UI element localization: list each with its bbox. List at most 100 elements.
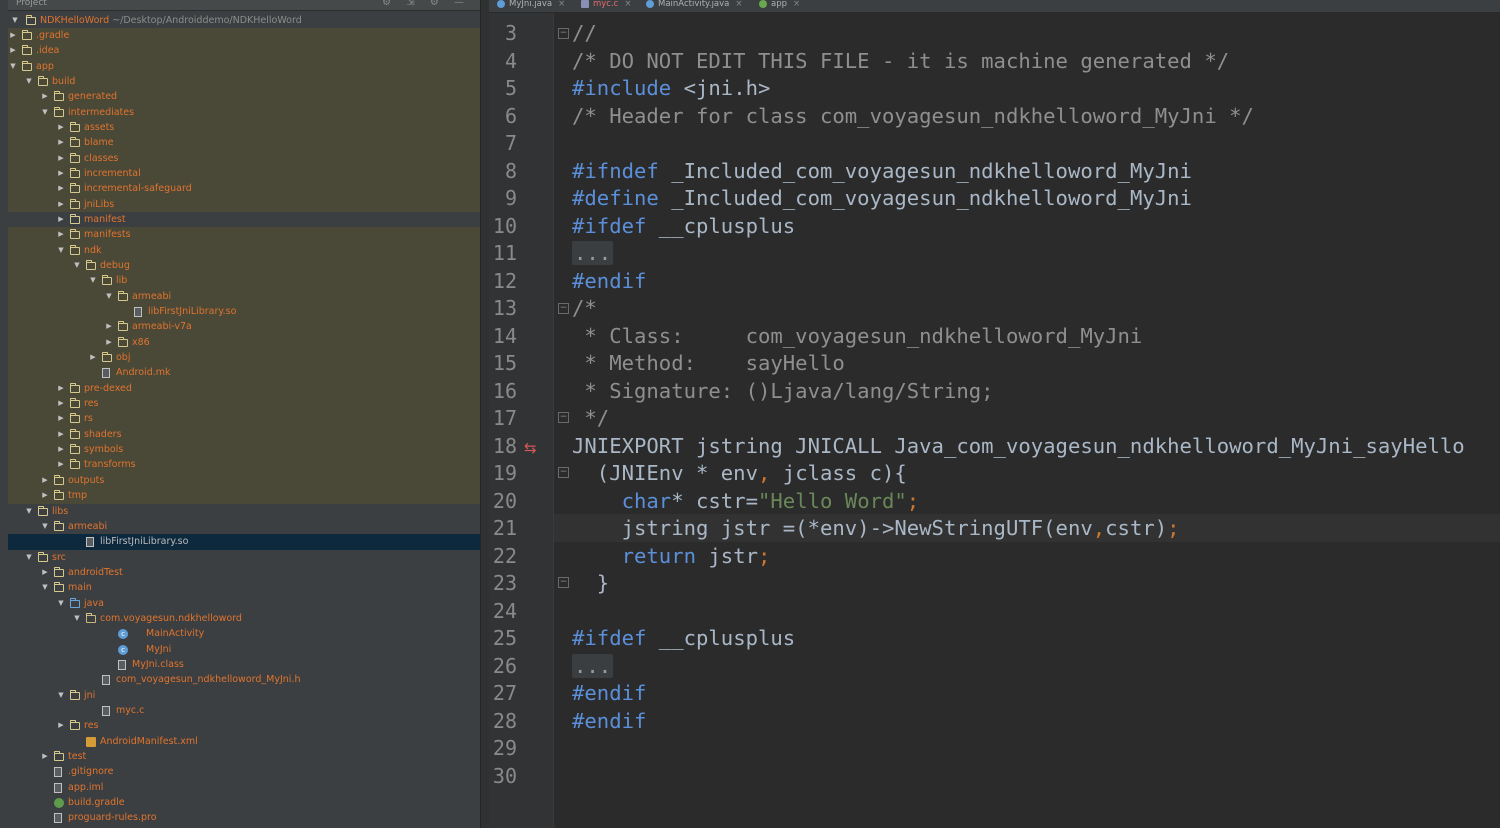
fold-marker-icon[interactable]: − xyxy=(558,412,569,423)
tree-item[interactable]: ▶ armeabi-v7a xyxy=(8,319,480,335)
fold-marker-icon[interactable]: − xyxy=(558,467,569,478)
tree-item[interactable]: ▶ shaders xyxy=(8,426,480,443)
tree-item[interactable]: ▶ jniLibs xyxy=(8,196,480,212)
chevron-right-icon[interactable]: ▶ xyxy=(40,473,50,488)
chevron-down-icon[interactable]: ▼ xyxy=(88,273,98,288)
fold-marker-icon[interactable]: − xyxy=(558,577,569,588)
tree-item[interactable]: ▶ x86 xyxy=(8,334,480,351)
tree-item[interactable]: ▶ manifests xyxy=(8,227,480,243)
chevron-right-icon[interactable]: ▶ xyxy=(40,488,50,503)
chevron-right-icon[interactable]: ▶ xyxy=(56,120,66,135)
tree-item[interactable]: ▶ androidTest xyxy=(8,565,480,580)
chevron-down-icon[interactable]: ▼ xyxy=(8,59,18,74)
chevron-right-icon[interactable]: ▶ xyxy=(56,396,66,411)
chevron-down-icon[interactable]: ▼ xyxy=(24,504,34,519)
chevron-down-icon[interactable]: ▼ xyxy=(104,289,114,304)
tree-item[interactable]: ▼ build xyxy=(8,73,480,90)
tree-item[interactable]: .gitignore xyxy=(8,764,480,779)
chevron-right-icon[interactable]: ▶ xyxy=(56,227,66,242)
close-icon[interactable]: × xyxy=(735,0,742,9)
tree-item[interactable]: ▼ jni xyxy=(8,688,480,703)
tree-item[interactable]: ▶ transforms xyxy=(8,457,480,473)
tree-item[interactable]: myc.c xyxy=(8,703,480,718)
chevron-right-icon[interactable]: ▶ xyxy=(56,411,66,426)
tree-item[interactable]: com_voyagesun_ndkhelloword_MyJni.h xyxy=(8,672,480,687)
chevron-right-icon[interactable]: ▶ xyxy=(88,350,98,365)
chevron-right-icon[interactable]: ▶ xyxy=(8,43,18,58)
chevron-right-icon[interactable]: ▶ xyxy=(56,457,66,472)
tree-item[interactable]: ▶ blame xyxy=(8,135,480,151)
chevron-down-icon[interactable]: ▼ xyxy=(40,105,50,120)
tree-item[interactable]: ▶ tmp xyxy=(8,488,480,504)
chevron-right-icon[interactable]: ▶ xyxy=(40,565,50,580)
chevron-right-icon[interactable]: ▶ xyxy=(8,28,18,43)
tree-item[interactable]: ▶ assets xyxy=(8,119,480,136)
chevron-down-icon[interactable]: ▼ xyxy=(56,596,66,611)
tree-item[interactable]: app.iml xyxy=(8,780,480,795)
tree-item[interactable]: ▼ ndk xyxy=(8,242,480,258)
chevron-down-icon[interactable]: ▼ xyxy=(10,13,20,28)
tree-item[interactable]: Android.mk xyxy=(8,365,480,381)
chevron-right-icon[interactable]: ▶ xyxy=(56,151,66,166)
tree-item[interactable]: ▶ outputs xyxy=(8,472,480,489)
collapsed-region[interactable]: ... xyxy=(572,241,614,265)
tree-item[interactable]: ▶ rs xyxy=(8,411,480,427)
chevron-down-icon[interactable]: ▼ xyxy=(40,580,50,595)
tab-app[interactable]: app × xyxy=(759,0,800,12)
close-icon[interactable]: × xyxy=(624,0,631,9)
chevron-right-icon[interactable]: ▶ xyxy=(56,427,66,442)
chevron-right-icon[interactable]: ▶ xyxy=(56,381,66,396)
tree-item[interactable]: ▼ debug xyxy=(8,258,480,274)
tab-myjni-java[interactable]: MyJni.java × xyxy=(497,0,565,12)
chevron-down-icon[interactable]: ▼ xyxy=(24,550,34,565)
tree-item[interactable]: ▼ armeabi xyxy=(8,519,480,534)
tree-item[interactable]: AndroidManifest.xml xyxy=(8,734,480,749)
chevron-right-icon[interactable]: ▶ xyxy=(56,718,66,733)
tree-item[interactable]: ▶ .gradle xyxy=(8,27,480,44)
tree-item[interactable]: libFirstJniLibrary.so xyxy=(8,534,480,550)
tree-item[interactable]: ▼ armeabi xyxy=(8,288,480,305)
chevron-down-icon[interactable]: ▼ xyxy=(56,243,66,258)
tree-item[interactable]: ▶ classes xyxy=(8,150,480,166)
tree-item[interactable]: MyJni.class xyxy=(8,657,480,672)
close-icon[interactable]: × xyxy=(793,0,800,9)
navigate-to-declaration-icon[interactable]: ⇆ xyxy=(524,439,537,457)
project-panel-title[interactable]: Project xyxy=(16,0,47,8)
tree-item[interactable]: ▶ incremental xyxy=(8,165,480,182)
chevron-right-icon[interactable]: ▶ xyxy=(56,181,66,196)
tree-item[interactable]: ▼ src xyxy=(8,550,480,565)
tree-item[interactable]: ▶ obj xyxy=(8,350,480,366)
chevron-right-icon[interactable]: ▶ xyxy=(40,89,50,104)
chevron-right-icon[interactable]: ▶ xyxy=(104,335,114,350)
tree-item[interactable]: libFirstJniLibrary.so xyxy=(8,304,480,320)
chevron-down-icon[interactable]: ▼ xyxy=(40,519,50,534)
tree-item[interactable]: c MainActivity xyxy=(8,626,480,641)
chevron-down-icon[interactable]: ▼ xyxy=(24,74,34,89)
panel-settings-icon[interactable]: ⚙ ⇲ ⚙ — xyxy=(382,0,470,8)
tree-item[interactable]: build.gradle xyxy=(8,795,480,810)
tree-item[interactable]: ▶ manifest xyxy=(8,212,480,227)
tree-item[interactable]: ▼ java xyxy=(8,596,480,611)
chevron-down-icon[interactable]: ▼ xyxy=(72,258,82,273)
chevron-right-icon[interactable]: ▶ xyxy=(56,442,66,457)
tree-item[interactable]: ▶ pre-dexed xyxy=(8,380,480,397)
tree-item[interactable]: ▼ lib xyxy=(8,273,480,289)
close-icon[interactable]: × xyxy=(558,0,565,9)
tree-item[interactable]: ▶ test xyxy=(8,749,480,764)
tree-item[interactable]: ▶ res xyxy=(8,718,480,733)
tree-item[interactable]: ▶ .idea xyxy=(8,43,480,59)
tree-item[interactable]: ▶ res xyxy=(8,396,480,412)
tree-root-ndkhelloword[interactable]: ▼ NDKHelloWord ~/Desktop/Androiddemo/NDKH… xyxy=(8,13,480,28)
chevron-down-icon[interactable]: ▼ xyxy=(72,611,82,626)
chevron-right-icon[interactable]: ▶ xyxy=(56,166,66,181)
chevron-right-icon[interactable]: ▶ xyxy=(56,197,66,212)
tree-item[interactable]: c MyJni xyxy=(8,642,480,657)
tree-item[interactable]: ▼ com.voyagesun.ndkhelloword xyxy=(8,611,480,626)
code-editor[interactable] xyxy=(554,13,1500,828)
tree-item[interactable]: ▶ incremental-safeguard xyxy=(8,181,480,197)
tab-mainactivity-java[interactable]: MainActivity.java × xyxy=(646,0,743,12)
collapsed-region[interactable]: ... xyxy=(572,653,614,678)
tree-item[interactable]: ▼ libs xyxy=(8,504,480,519)
tree-item[interactable]: ▼ app xyxy=(8,58,480,74)
chevron-down-icon[interactable]: ▼ xyxy=(56,688,66,703)
